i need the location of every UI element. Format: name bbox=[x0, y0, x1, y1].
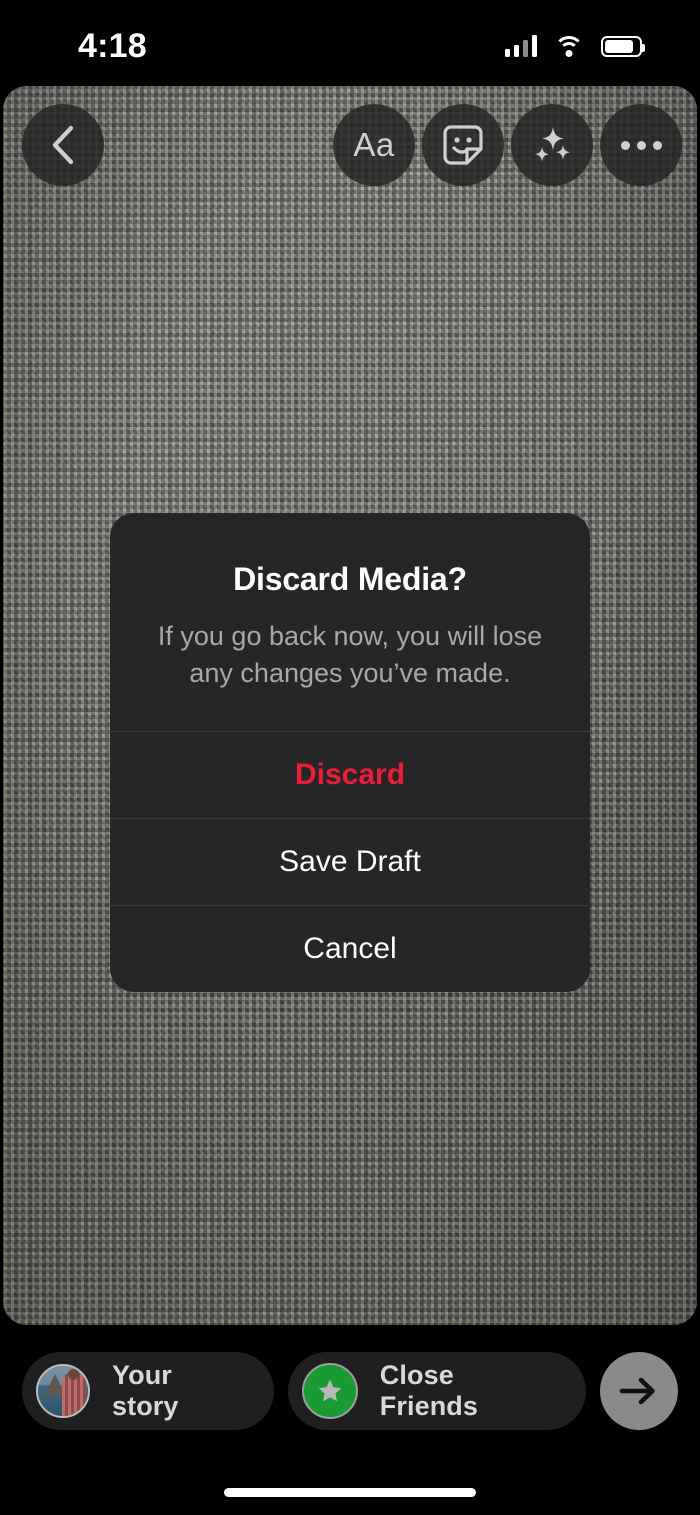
arrow-right-icon bbox=[619, 1377, 655, 1405]
discard-media-dialog: Discard Media? If you go back now, you w… bbox=[110, 513, 590, 993]
your-story-label: Your story bbox=[112, 1360, 179, 1421]
dialog-message: If you go back now, you will lose any ch… bbox=[157, 621, 543, 688]
your-story-button[interactable]: Your story bbox=[22, 1352, 274, 1430]
profile-avatar-thumbnail bbox=[36, 1364, 90, 1418]
cancel-button[interactable]: Cancel bbox=[110, 905, 590, 992]
close-friends-label: Close Friends bbox=[379, 1360, 479, 1421]
save-draft-button[interactable]: Save Draft bbox=[110, 818, 590, 905]
wifi-icon bbox=[554, 35, 584, 57]
cellular-signal-icon bbox=[504, 35, 537, 57]
status-bar: 4:18 bbox=[0, 0, 700, 86]
home-indicator[interactable] bbox=[224, 1488, 476, 1497]
battery-icon bbox=[601, 35, 645, 57]
status-bar-indicators bbox=[504, 35, 645, 57]
close-friends-button[interactable]: Close Friends bbox=[287, 1352, 586, 1430]
dialog-header: Discard Media? If you go back now, you w… bbox=[110, 513, 590, 731]
dialog-title: Discard Media? bbox=[233, 561, 467, 597]
phone-screen: 4:18 Aa Discard Media? If you go back no… bbox=[0, 0, 700, 1515]
share-bar: Your story Close Friends bbox=[0, 1352, 700, 1430]
green-star-badge-icon bbox=[301, 1363, 358, 1419]
status-bar-clock: 4:18 bbox=[78, 27, 147, 65]
discard-button[interactable]: Discard bbox=[110, 731, 590, 818]
star-icon bbox=[318, 1379, 341, 1402]
send-button[interactable] bbox=[600, 1352, 678, 1430]
